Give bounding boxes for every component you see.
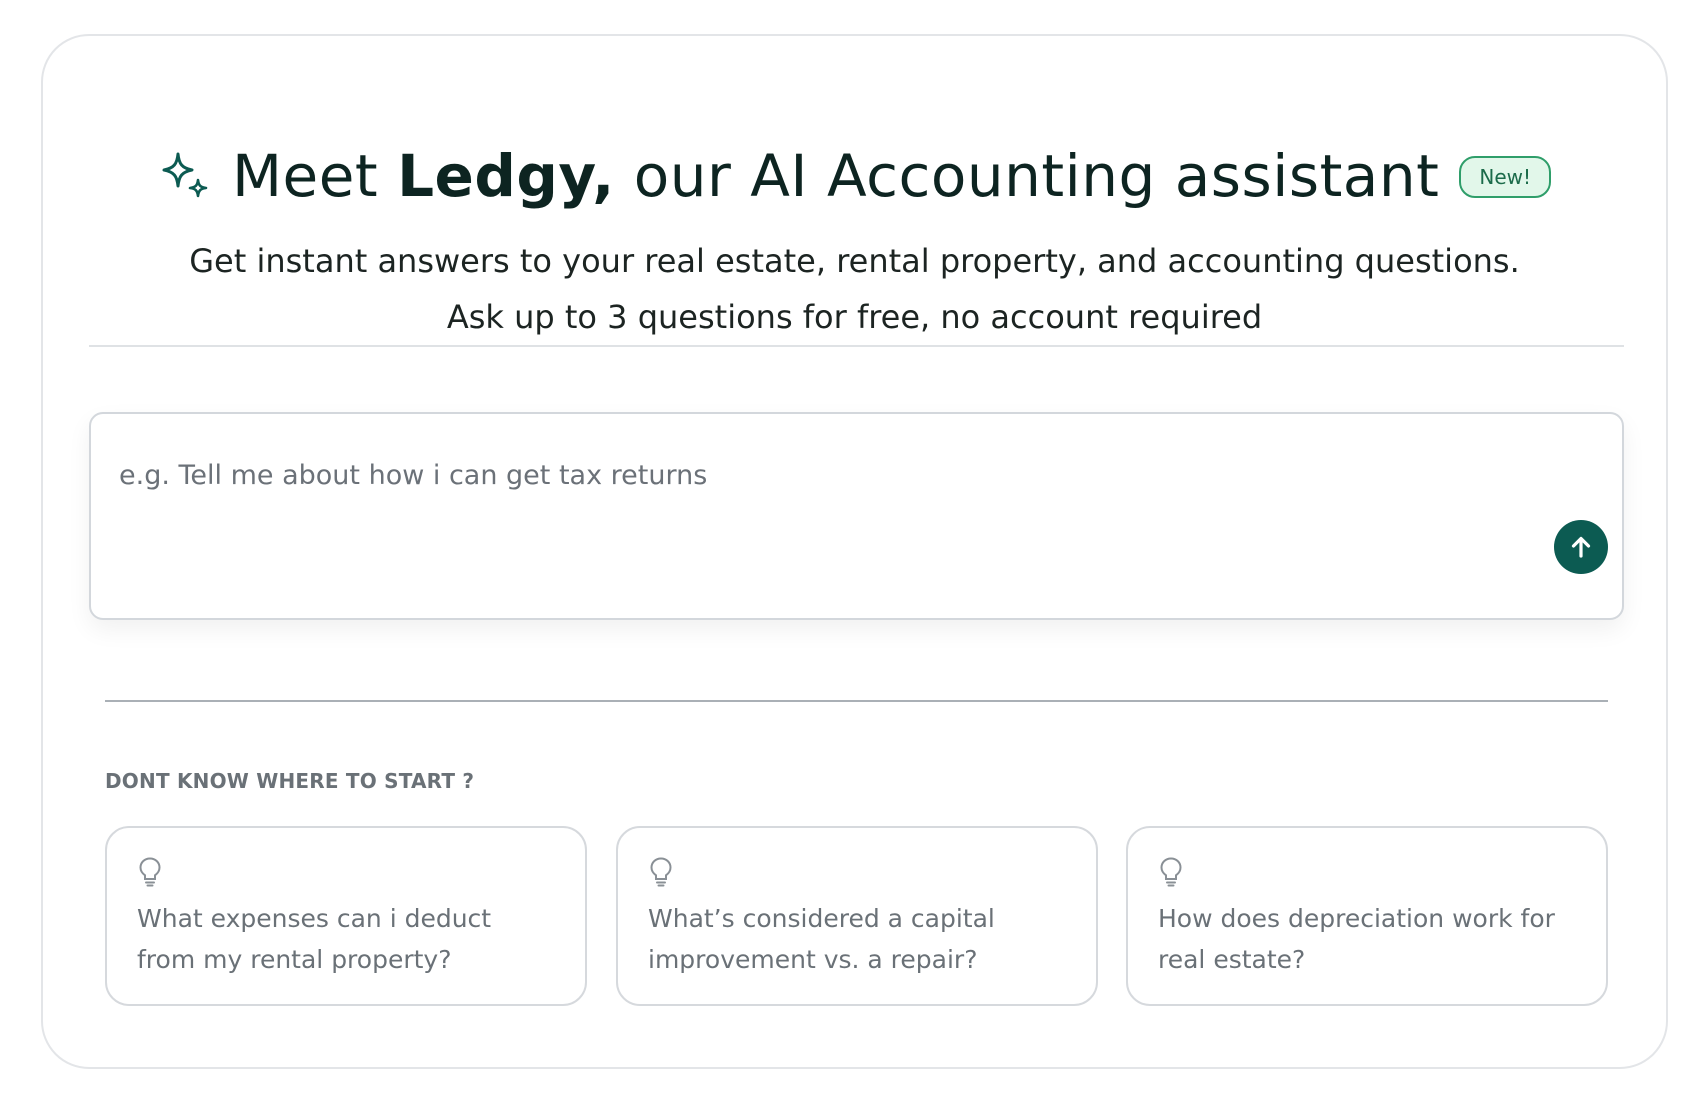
question-input-box — [89, 412, 1624, 620]
section-divider — [105, 700, 1608, 702]
suggestion-text: How does depreciation work for real esta… — [1158, 904, 1555, 974]
header-divider — [89, 345, 1624, 347]
assistant-card: Meet Ledgy, our AI Accounting assistant … — [41, 34, 1668, 1069]
lightbulb-icon — [650, 857, 672, 887]
subtitle-line-1: Get instant answers to your real estate,… — [189, 242, 1520, 280]
subtitle-line-2: Ask up to 3 questions for free, no accou… — [446, 298, 1263, 336]
suggestion-list: What expenses can i deduct from my renta… — [105, 826, 1608, 1006]
title-brand: Ledgy, — [397, 142, 615, 210]
lightbulb-icon — [139, 857, 161, 887]
suggestion-text: What’s considered a capital improvement … — [648, 904, 995, 974]
suggestion-card[interactable]: What expenses can i deduct from my renta… — [105, 826, 587, 1006]
question-input[interactable] — [119, 460, 1499, 520]
arrow-up-icon — [1571, 536, 1591, 558]
lightbulb-icon — [1160, 857, 1182, 887]
send-button[interactable] — [1554, 520, 1608, 574]
title-prefix: Meet — [232, 142, 398, 210]
title-suffix: our AI Accounting assistant — [614, 142, 1440, 210]
suggestion-card[interactable]: How does depreciation work for real esta… — [1126, 826, 1608, 1006]
suggestions-heading: DONT KNOW WHERE TO START ? — [105, 769, 475, 793]
header: Meet Ledgy, our AI Accounting assistant … — [43, 136, 1666, 216]
sparkle-icon — [162, 152, 208, 198]
suggestion-text: What expenses can i deduct from my renta… — [137, 904, 492, 974]
suggestion-card[interactable]: What’s considered a capital improvement … — [616, 826, 1098, 1006]
new-badge: New! — [1459, 156, 1551, 198]
page-title: Meet Ledgy, our AI Accounting assistant — [232, 142, 1439, 210]
